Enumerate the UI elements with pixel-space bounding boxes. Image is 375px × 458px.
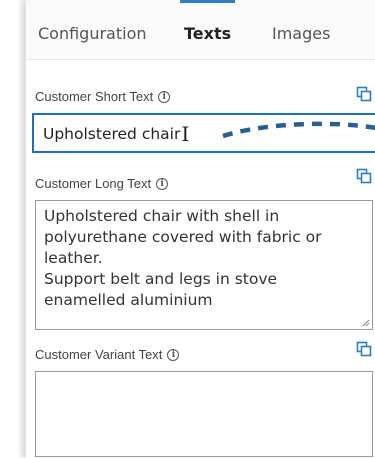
resize-grip-icon[interactable]	[362, 319, 370, 327]
variant-text-textarea[interactable]	[35, 371, 373, 457]
copy-icon[interactable]	[356, 168, 372, 184]
copy-icon[interactable]	[356, 341, 372, 357]
text-cursor-icon: I	[181, 122, 190, 146]
variant-text-label-text: Customer Variant Text	[35, 347, 163, 362]
tab-configuration[interactable]: Configuration	[38, 22, 147, 60]
short-text-value: Upholstered chair	[43, 125, 181, 143]
short-text-input[interactable]: Upholstered chairI	[32, 113, 375, 153]
long-text-line: polyurethane covered with fabric or	[44, 228, 322, 246]
short-text-label: Customer Short Text i	[35, 89, 171, 104]
tab-texts[interactable]: Texts	[179, 0, 236, 60]
long-text-line: leather.	[44, 249, 103, 267]
short-text-label-text: Customer Short Text	[35, 89, 154, 104]
long-text-line: Support belt and legs in stove	[44, 270, 278, 288]
long-text-textarea[interactable]: Upholstered chair with shell in polyuret…	[35, 200, 373, 330]
info-icon[interactable]: i	[158, 90, 171, 103]
long-text-line: Upholstered chair with shell in	[44, 207, 280, 225]
copy-icon[interactable]	[356, 86, 372, 102]
long-text-label: Customer Long Text i	[35, 176, 169, 191]
variant-text-label: Customer Variant Text i	[35, 347, 180, 362]
long-text-line: enamelled aluminium	[44, 291, 213, 309]
tab-images[interactable]: Images	[272, 22, 330, 60]
tab-bar: Configuration Texts Images	[26, 0, 375, 60]
info-icon[interactable]: i	[167, 348, 180, 361]
info-icon[interactable]: i	[156, 177, 169, 190]
long-text-label-text: Customer Long Text	[35, 176, 152, 191]
